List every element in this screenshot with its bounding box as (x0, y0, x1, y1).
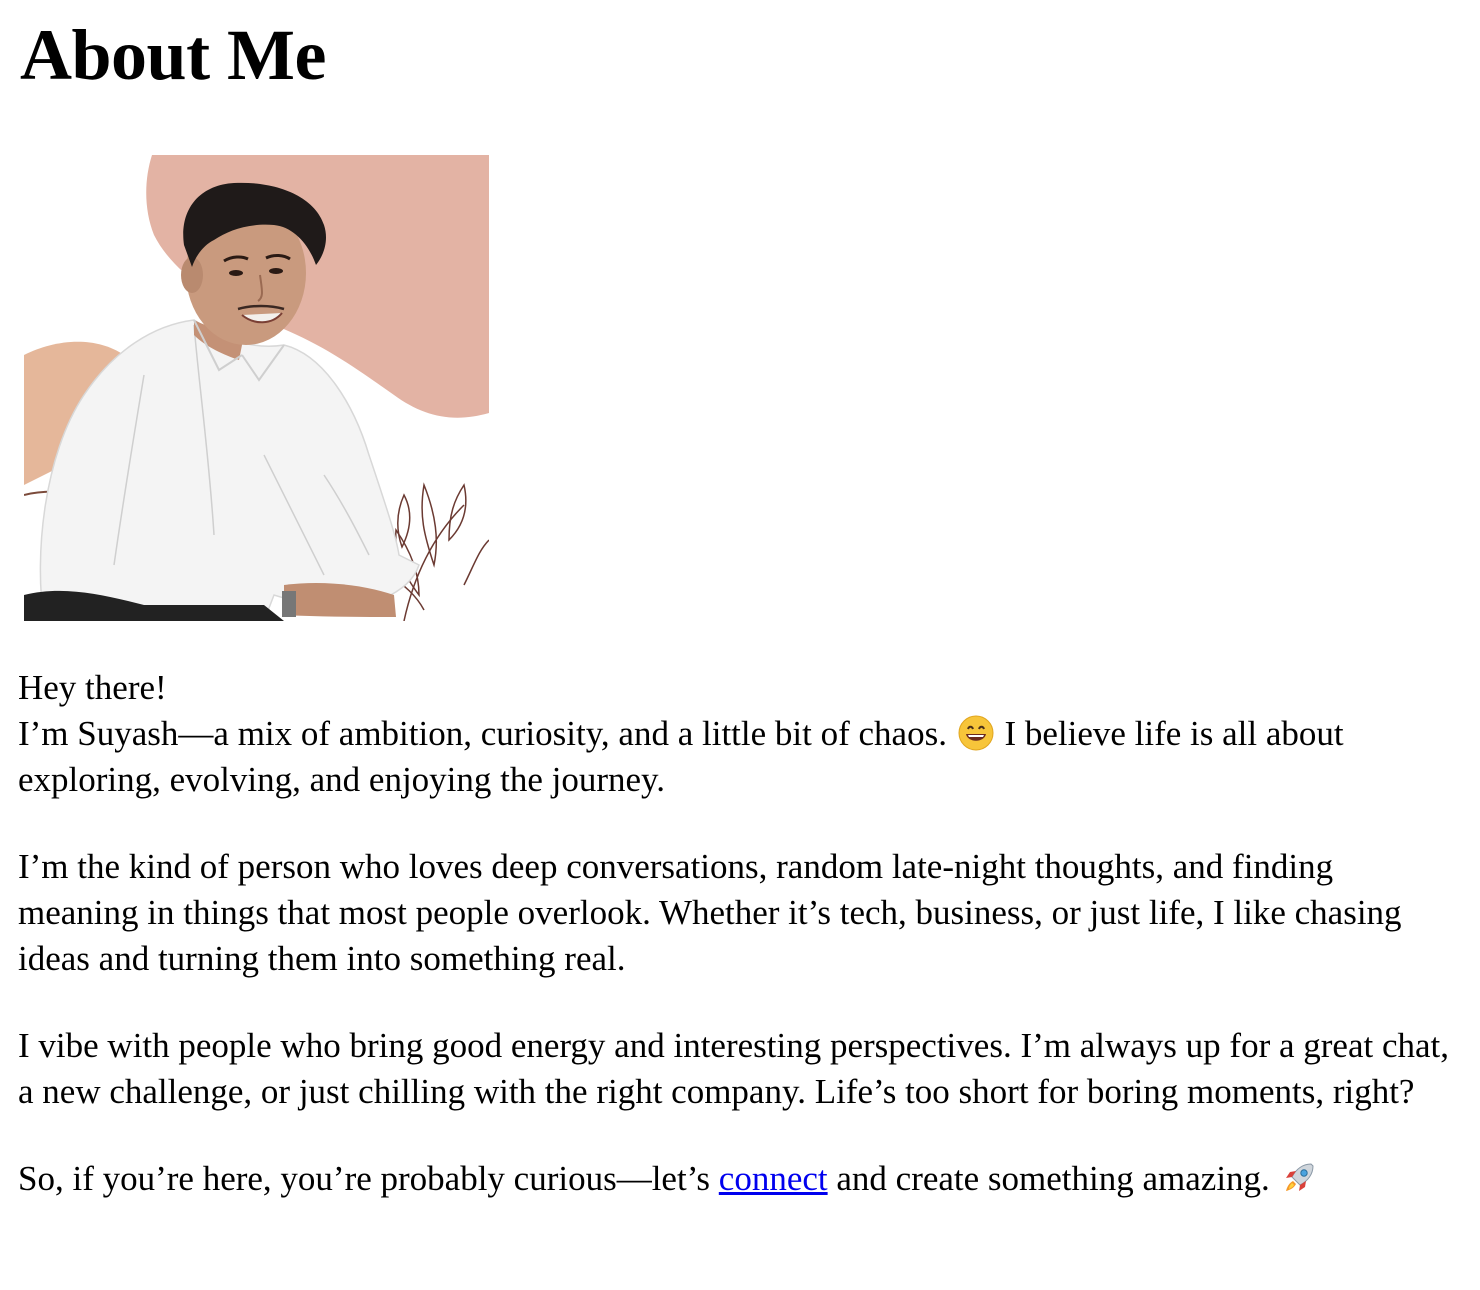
closing-paragraph: So, if you’re here, you’re probably curi… (18, 1156, 1462, 1202)
right-eye (269, 268, 283, 274)
paragraph-2: I’m the kind of person who loves deep co… (18, 847, 1402, 978)
rocket-icon (1285, 1163, 1314, 1191)
leaf-illustration (388, 482, 489, 621)
left-eye (229, 270, 243, 276)
page-title: About Me (20, 15, 326, 95)
about-text: Hey there! I’m Suyash—a mix of ambition,… (18, 665, 1462, 1243)
connect-link[interactable]: connect (719, 1159, 828, 1198)
closing-text-continued: and create something amazing. (836, 1159, 1270, 1198)
about-page: About Me Hey there! I’m Suyash—a mix of … (0, 0, 1480, 1290)
paragraph-3: I vibe with people who bring good energy… (18, 1026, 1450, 1111)
intro-text: I’m Suyash—a mix of ambition, curiosity,… (18, 714, 947, 753)
intro-paragraph: Hey there! I’m Suyash—a mix of ambition,… (18, 665, 1462, 803)
watch (282, 591, 296, 617)
greeting: Hey there! (18, 668, 167, 707)
closing-text: So, if you’re here, you’re probably curi… (18, 1159, 711, 1198)
grinning-face-icon (958, 715, 994, 751)
portrait-image (24, 155, 489, 621)
